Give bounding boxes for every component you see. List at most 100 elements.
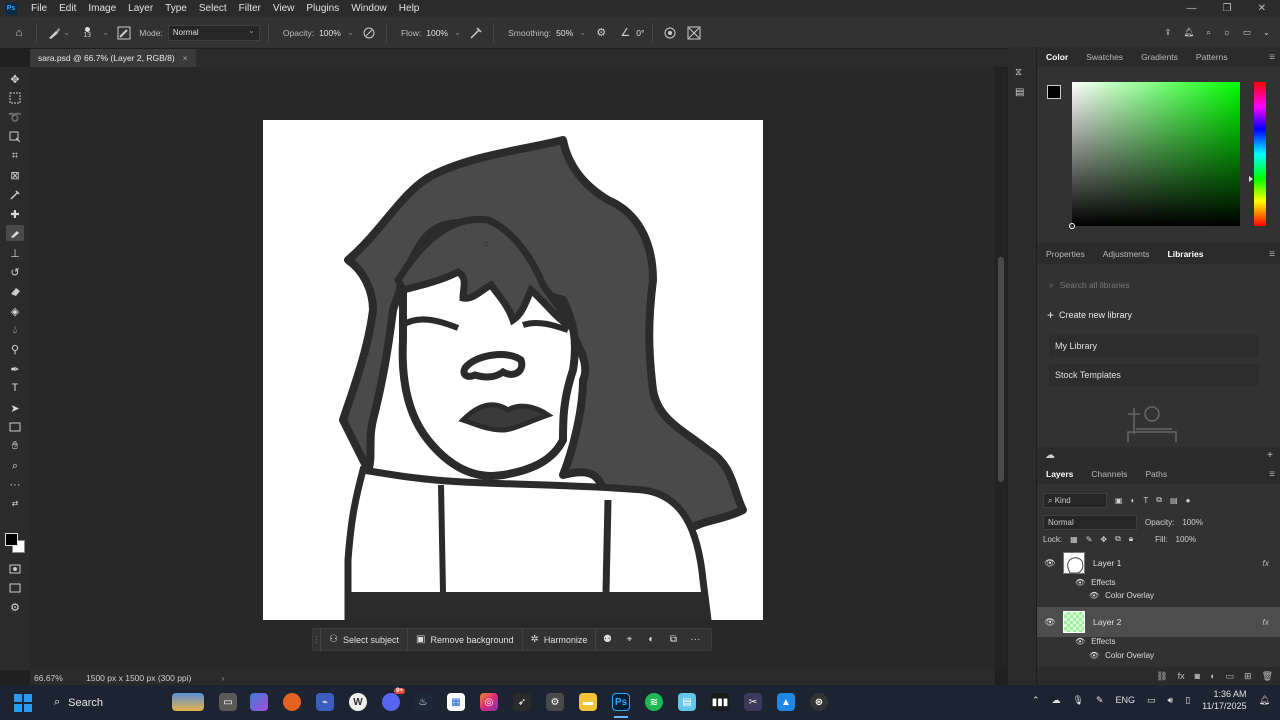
text-tool-icon[interactable]: T [6,380,24,396]
spotify-icon[interactable]: ≋ [645,693,663,711]
adjustment-filter-icon[interactable]: ◐ [1131,496,1136,505]
document-canvas[interactable] [263,120,763,620]
layer-effects-row[interactable]: 👁︎ Effects [1075,637,1115,646]
eye-icon[interactable]: 👁︎ [1075,578,1085,587]
snipping-tool-icon[interactable]: ✂ [744,693,762,711]
swap-colors-icon[interactable]: ⇄ [6,495,24,511]
select-subject-button[interactable]: ⚇ Select subject [321,628,408,651]
screen-mode-icon[interactable] [6,580,24,596]
new-layer-icon[interactable]: ⊞ [1244,671,1252,682]
windows-start-icon[interactable] [14,693,32,712]
smart-object-filter-icon[interactable]: ▤ [1170,496,1178,505]
task-view-icon[interactable]: ▭ [219,693,237,711]
brush-size-picker[interactable]: 13 [78,26,96,39]
layer-name[interactable]: Layer 2 [1093,617,1121,627]
tab-adjustments[interactable]: Adjustments [1094,249,1159,259]
move-tool-icon[interactable]: ✥ [6,71,24,87]
lock-image-icon[interactable]: ✎ [1086,535,1093,544]
language-indicator[interactable]: ENG [1116,695,1136,705]
pressure-opacity-icon[interactable] [360,24,378,42]
filter-toggle-icon[interactable]: ● [1186,496,1191,505]
paint-bucket-tool-icon[interactable]: ◈ [6,303,24,319]
search-icon[interactable]: ⌕ [1206,27,1211,38]
lock-transparent-icon[interactable]: ▦ [1070,535,1078,544]
library-item-my-library[interactable]: My Library [1049,335,1259,357]
hue-slider-handle[interactable] [1249,176,1253,182]
menu-select[interactable]: Select [193,0,233,17]
pen-tool-icon[interactable]: ✒ [6,361,24,377]
more-options-button[interactable]: ··· [684,634,706,645]
menu-image[interactable]: Image [82,0,122,17]
eye-icon[interactable]: 👁︎ [1089,651,1099,660]
chevron-up-icon[interactable]: ⌃ [1032,695,1040,706]
scrollbar-thumb[interactable] [998,257,1004,482]
tab-swatches[interactable]: Swatches [1077,52,1132,62]
document-tab[interactable]: sara.psd @ 66.7% (Layer 2, RGB/8) × [30,49,196,67]
chevron-down-icon[interactable]: ⌄ [579,27,586,38]
type-filter-icon[interactable]: T [1143,496,1148,505]
pen-icon[interactable]: ✎ [1096,695,1104,706]
menu-help[interactable]: Help [393,0,426,17]
layer-fx-icon[interactable]: fx [1262,617,1280,627]
eye-icon[interactable]: 👁︎ [1089,591,1099,600]
lock-all-icon[interactable]: 🔒︎ [1129,534,1133,544]
object-selection-tool-icon[interactable] [6,129,24,145]
photoshop-taskbar-icon[interactable]: Ps [612,693,630,711]
foreground-color-swatch[interactable] [1047,85,1061,99]
tab-layers[interactable]: Layers [1037,469,1082,479]
photos-icon[interactable]: ▲ [777,693,795,711]
link-layers-icon[interactable]: ⛓ [1156,671,1167,682]
layer-kind-filter[interactable]: ⌕ Kind [1043,492,1107,508]
layer-effect-item[interactable]: 👁︎ Color Overlay [1089,651,1154,660]
pressure-size-icon[interactable] [661,24,679,42]
restore-button[interactable]: ❐ [1223,3,1232,14]
panel-menu-icon[interactable]: ≡ [1269,52,1280,63]
vertical-scrollbar[interactable] [995,67,1007,670]
clone-stamp-tool-icon[interactable]: ⊥ [6,245,24,261]
tab-libraries[interactable]: Libraries [1159,249,1213,259]
layer-row[interactable]: 👁︎ Layer 1 fx [1037,550,1280,576]
copilot-icon[interactable] [250,693,268,711]
harmonize-button[interactable]: ✲ Harmonize [523,628,597,651]
adjustment-icon[interactable]: ◐ [640,634,662,645]
brush-tool-icon[interactable] [6,225,24,241]
mask-icon[interactable]: ⧉ [662,634,684,645]
menu-layer[interactable]: Layer [122,0,159,17]
fill-field[interactable]: 100% [1176,535,1196,544]
add-style-icon[interactable]: fx [1178,671,1185,681]
audio-app-icon[interactable]: ▮▮▮ [711,693,729,711]
eye-icon[interactable]: 👁︎ [1037,617,1063,628]
zoom-tool-icon[interactable]: ⌕ [6,458,24,474]
hue-slider[interactable] [1249,82,1266,226]
widgets-icon[interactable] [172,693,204,711]
comments-panel-icon[interactable]: ▤ [1015,87,1029,101]
share-icon[interactable]: ⇪ [1164,27,1171,38]
gear-icon[interactable]: ⚙ [592,24,610,42]
store-icon[interactable]: ▦ [447,693,465,711]
remove-background-button[interactable]: ▣ Remove background [408,628,523,651]
notepad-icon[interactable]: ▤ [678,693,696,711]
dodge-tool-icon[interactable]: ⚲ [6,341,24,357]
panel-menu-icon[interactable]: ≡ [1269,249,1280,260]
notifications-bell-icon[interactable]: 🔔︎ [1183,27,1194,38]
home-icon[interactable]: ⌂ [10,24,28,42]
lasso-tool-icon[interactable]: ➰ [6,109,24,125]
battery-icon[interactable]: ▯ [1185,695,1190,706]
layer-row-selected[interactable]: 👁︎ Layer 2 fx [1037,607,1280,637]
quick-mask-icon[interactable] [6,561,24,577]
add-library-item-icon[interactable]: + [1267,450,1273,461]
app-icon[interactable]: ⌁ [316,693,334,711]
chevron-down-icon[interactable]: ⌄ [63,27,70,38]
brush-tool-preset-icon[interactable] [45,24,63,42]
notification-center-icon[interactable]: 🔔︎ [1259,695,1270,706]
zoom-level[interactable]: 66.67% [30,673,80,683]
microphone-icon[interactable]: 🎙︎ [1073,695,1084,706]
clock[interactable]: 1:36 AM 11/17/2025 [1202,688,1246,712]
blend-mode-select[interactable]: Normal [1043,515,1137,530]
tab-paths[interactable]: Paths [1136,469,1176,479]
edit-toolbar-icon[interactable]: ⚙ [6,599,24,615]
pixel-filter-icon[interactable]: ▣ [1115,496,1123,505]
opacity-field[interactable]: 100% [319,28,341,38]
file-explorer-icon[interactable]: ▬ [579,693,597,711]
new-group-icon[interactable]: ▭ [1226,671,1235,682]
